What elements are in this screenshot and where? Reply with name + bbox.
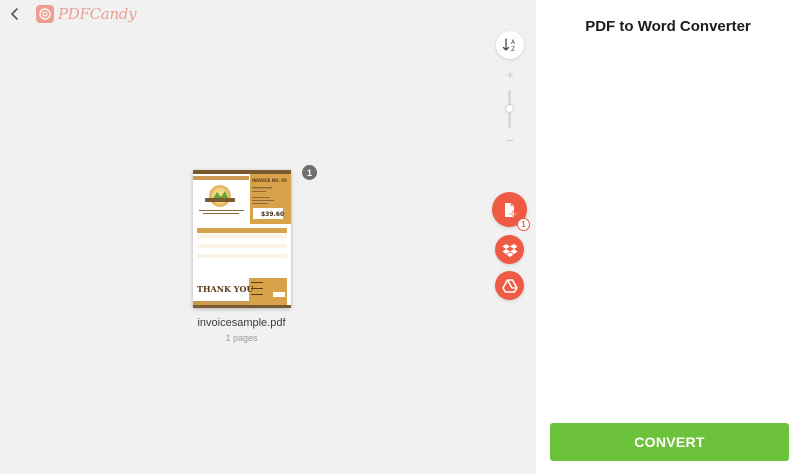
zoom-out-button[interactable]: − [504,134,516,147]
sort-az-icon: A Z [502,38,516,53]
svg-text:A: A [511,39,516,46]
svg-text:Z: Z [511,46,515,53]
back-button[interactable] [6,5,24,23]
add-file-count-badge: 1 [517,218,530,231]
chevron-left-icon [11,8,18,20]
invoice-amount: $39.60 [261,211,284,218]
file-workspace: PDFCandy A Z + − 1 INVOICE NO. 05 $39.60… [0,0,536,474]
dropbox-button[interactable] [495,235,524,264]
candy-logo-icon [36,5,54,23]
zoom-in-button[interactable]: + [504,68,516,81]
convert-button[interactable]: CONVERT [550,423,789,461]
sort-button[interactable]: A Z [496,31,524,59]
invoice-thank-you: THANK YOU [197,284,253,294]
file-page-count: 1 pages [225,333,258,343]
page-count-badge: 1 [302,165,317,180]
dropbox-icon [502,243,517,257]
logo-text: PDFCandy [58,5,137,23]
invoice-preview-image: INVOICE NO. 05 $39.60 THANK YOU [193,170,291,308]
panel-title: PDF to Word Converter [585,18,751,35]
converter-panel: PDF to Word Converter CONVERT [536,0,800,474]
file-plus-icon [504,202,517,218]
invoice-heading: INVOICE NO. 05 [252,178,287,183]
google-drive-icon [501,278,518,293]
pdfcandy-logo[interactable]: PDFCandy [36,4,137,24]
pdf-page-thumbnail[interactable]: INVOICE NO. 05 $39.60 THANK YOU [193,170,291,308]
zoom-slider-handle[interactable] [505,104,514,113]
file-name: invoicesample.pdf [197,317,286,329]
google-drive-button[interactable] [495,271,524,300]
